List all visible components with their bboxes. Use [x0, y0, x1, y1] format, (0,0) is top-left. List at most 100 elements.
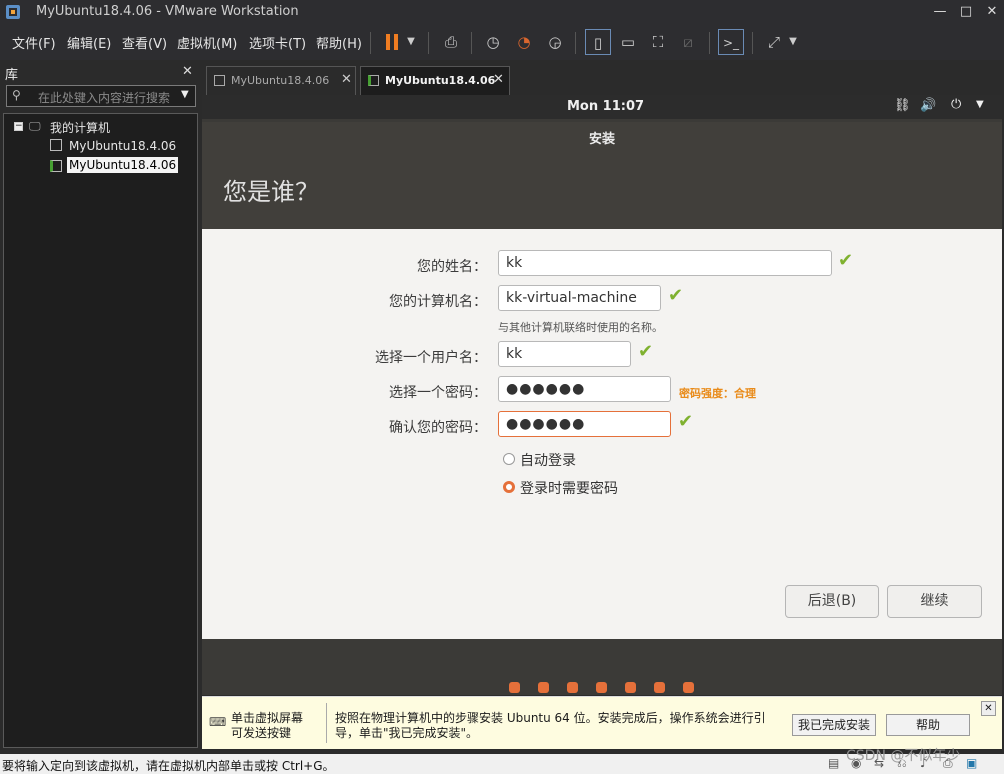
close-icon[interactable]: ✕	[341, 72, 352, 87]
confirm-password-label: 确认您的密码：	[389, 420, 487, 436]
dialog-title: 安装	[588, 132, 615, 147]
tree-vm-item-selected[interactable]: MyUbuntu18.4.06	[67, 157, 179, 173]
close-icon[interactable]: ✕	[182, 64, 193, 79]
radio-dot	[506, 484, 512, 490]
divider	[326, 703, 327, 743]
tab-label: MyUbuntu18.4.06	[231, 74, 330, 87]
menu-tabs[interactable]: 选项卡(T)	[249, 33, 306, 53]
send-ctrl-alt-del-icon[interactable]: ⎙	[438, 29, 464, 55]
username-input[interactable]: kk	[498, 341, 631, 367]
menu-file[interactable]: 文件(F)	[12, 33, 56, 53]
name-input[interactable]: kk	[498, 250, 832, 276]
console-icon[interactable]: >_	[718, 29, 744, 55]
password-label: 选择一个密码：	[389, 385, 487, 401]
clock: Mon 11:07	[567, 99, 645, 114]
computer-icon: 🖵	[29, 119, 41, 133]
menu-view[interactable]: 查看(V)	[122, 33, 167, 53]
hdd-icon[interactable]: ▤	[828, 756, 839, 770]
password-strength: 密码强度：合理	[679, 387, 756, 400]
toolbar-separator	[709, 32, 710, 54]
vm-icon	[50, 139, 62, 151]
pause-icon[interactable]	[379, 29, 405, 55]
close-icon[interactable]: ✕	[981, 701, 996, 716]
name-label: 您的姓名：	[417, 259, 487, 275]
install-info-bar: ⌨ 单击虚拟屏幕 可发送按键 按照在物理计算机中的步骤安装 Ubuntu 64 …	[202, 696, 1002, 749]
tree-vm-item[interactable]: MyUbuntu18.4.06	[69, 139, 176, 153]
progress-dot	[654, 682, 665, 693]
window-title: MyUbuntu18.4.06 - VMware Workstation	[36, 4, 299, 19]
status-text: 要将输入定向到该虚拟机，请在虚拟机内部单击或按 Ctrl+G。	[2, 759, 335, 773]
back-button[interactable]: 后退(B)	[785, 585, 879, 618]
password-input[interactable]: ●●●●●●	[498, 376, 671, 402]
require-password-label[interactable]: 登录时需要密码	[520, 478, 618, 498]
toolbar-separator	[752, 32, 753, 54]
check-icon: ✔	[838, 250, 854, 271]
help-button[interactable]: 帮助	[886, 714, 970, 736]
progress-dot	[625, 682, 636, 693]
confirm-password-input[interactable]: ●●●●●●	[498, 411, 671, 437]
close-button[interactable]: ✕	[979, 2, 1004, 22]
progress-dot	[509, 682, 520, 693]
close-icon[interactable]: ✕	[493, 72, 504, 87]
tree-root-label[interactable]: 我的计算机	[50, 119, 110, 136]
search-icon: ⚲	[12, 88, 21, 102]
unity-icon[interactable]: ⧄	[675, 29, 701, 55]
toolbar-separator	[471, 32, 472, 54]
toolbar-separator	[428, 32, 429, 54]
progress-dot	[596, 682, 607, 693]
installer-header: 安装 您是谁？	[202, 122, 1002, 229]
progress-dot	[538, 682, 549, 693]
progress-dot	[683, 682, 694, 693]
thumbnail-bar-icon[interactable]: ▭	[615, 29, 641, 55]
check-icon: ✔	[668, 285, 684, 306]
computer-name-hint: 与其他计算机联络时使用的名称。	[498, 321, 663, 334]
progress-dot	[567, 682, 578, 693]
display-icon[interactable]: ▣	[966, 756, 977, 770]
snapshot-manager-icon[interactable]: ◶	[542, 29, 568, 55]
continue-button[interactable]: 继续	[887, 585, 982, 618]
computer-name-label: 您的计算机名：	[389, 294, 487, 310]
page-heading: 您是谁？	[223, 178, 319, 206]
check-icon: ✔	[678, 411, 694, 432]
username-label: 选择一个用户名：	[375, 350, 487, 366]
search-placeholder: 在此处键入内容进行搜索	[38, 91, 171, 105]
chevron-down-icon[interactable]: ▼	[976, 99, 984, 110]
toolbar-separator	[575, 32, 576, 54]
tab-vm-inactive[interactable]: MyUbuntu18.4.06 ✕	[206, 66, 356, 96]
maximize-button[interactable]: □	[953, 2, 979, 22]
menu-edit[interactable]: 编辑(E)	[67, 33, 111, 53]
revert-snapshot-icon[interactable]: ◔	[511, 29, 537, 55]
install-message: 按照在物理计算机中的步骤安装 Ubuntu 64 位。安装完成后，操作系统会进行…	[335, 711, 766, 740]
computer-name-input[interactable]: kk-virtual-machine	[498, 285, 661, 311]
minimize-button[interactable]: —	[927, 2, 953, 22]
vm-screen[interactable]: Mon 11:07 ⛓ 🔊 ⏻ ▼ 安装 您是谁？ 您的姓名： kk ✔ 您的计…	[202, 95, 1002, 695]
menu-help[interactable]: 帮助(H)	[316, 33, 362, 53]
library-tree: − 🖵 我的计算机 MyUbuntu18.4.06 MyUbuntu18.4.0…	[3, 113, 198, 748]
network-icon[interactable]: ⛓	[894, 98, 911, 113]
full-screen-icon[interactable]: ⛶	[645, 29, 671, 55]
power-icon[interactable]: ⏻	[951, 97, 961, 112]
snapshot-icon[interactable]: ◷	[480, 29, 506, 55]
require-password-radio[interactable]	[503, 481, 515, 493]
vm-running-icon	[368, 75, 379, 86]
chevron-down-icon[interactable]: ▼	[181, 89, 189, 100]
collapse-toggle[interactable]: −	[14, 122, 23, 131]
tab-label: MyUbuntu18.4.06	[385, 74, 496, 87]
library-header: 库 ✕	[0, 62, 198, 83]
show-library-icon[interactable]: ▯	[585, 29, 611, 55]
chevron-down-icon[interactable]: ▼	[785, 29, 801, 55]
ubuntu-top-bar: Mon 11:07 ⛓ 🔊 ⏻ ▼	[202, 95, 1002, 119]
library-title: 库	[5, 68, 19, 83]
chevron-down-icon[interactable]: ▼	[403, 29, 419, 55]
vmware-app-icon	[6, 5, 20, 19]
tab-strip: MyUbuntu18.4.06 ✕ MyUbuntu18.4.06 ✕	[203, 62, 1004, 96]
tab-vm-active[interactable]: MyUbuntu18.4.06 ✕	[360, 66, 510, 96]
auto-login-radio[interactable]	[503, 453, 515, 465]
library-search-input[interactable]: ⚲ 在此处键入内容进行搜索 ▼	[6, 85, 196, 107]
menu-vm[interactable]: 虚拟机(M)	[177, 33, 237, 53]
auto-login-label[interactable]: 自动登录	[520, 450, 576, 470]
stretch-guest-icon[interactable]: ⤢	[761, 29, 787, 55]
vm-icon	[214, 75, 225, 86]
volume-icon[interactable]: 🔊	[920, 98, 936, 113]
done-install-button[interactable]: 我已完成安装	[792, 714, 876, 736]
